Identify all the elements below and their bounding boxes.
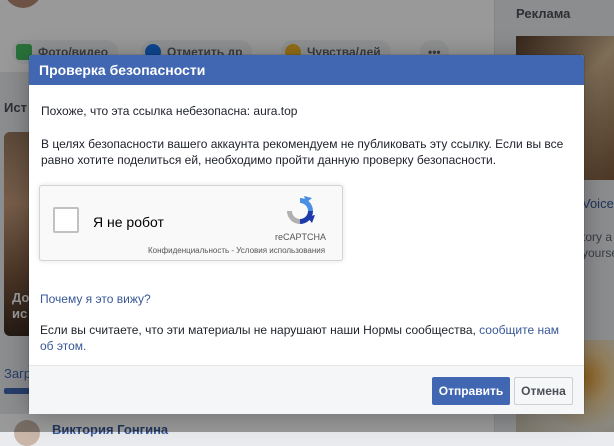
advice-text: В целях безопасности вашего аккаунта рек… bbox=[41, 137, 564, 167]
dialog-footer: Отправить Отмена bbox=[29, 365, 584, 414]
submit-button[interactable]: Отправить bbox=[432, 377, 510, 405]
recaptcha-links[interactable]: Конфиденциальность - Условия использован… bbox=[148, 246, 325, 255]
report-text: Если вы считаете, что эти материалы не н… bbox=[40, 322, 570, 354]
cancel-button[interactable]: Отмена bbox=[514, 377, 573, 405]
recaptcha-widget: Я не робот reCAPTCHA Конфиденциальность … bbox=[39, 185, 343, 261]
unsafe-link-text: Похоже, что эта ссылка небезопасна: aura… bbox=[41, 104, 298, 118]
report-text-body: Если вы считаете, что эти материалы не н… bbox=[40, 323, 480, 337]
recaptcha-brand: reCAPTCHA bbox=[275, 232, 327, 242]
recaptcha-label: Я не робот bbox=[93, 214, 164, 230]
why-link[interactable]: Почему я это вижу? bbox=[40, 292, 151, 306]
recaptcha-checkbox[interactable] bbox=[53, 207, 79, 233]
dialog-title: Проверка безопасности bbox=[29, 55, 584, 85]
recaptcha-logo-icon bbox=[287, 196, 315, 224]
